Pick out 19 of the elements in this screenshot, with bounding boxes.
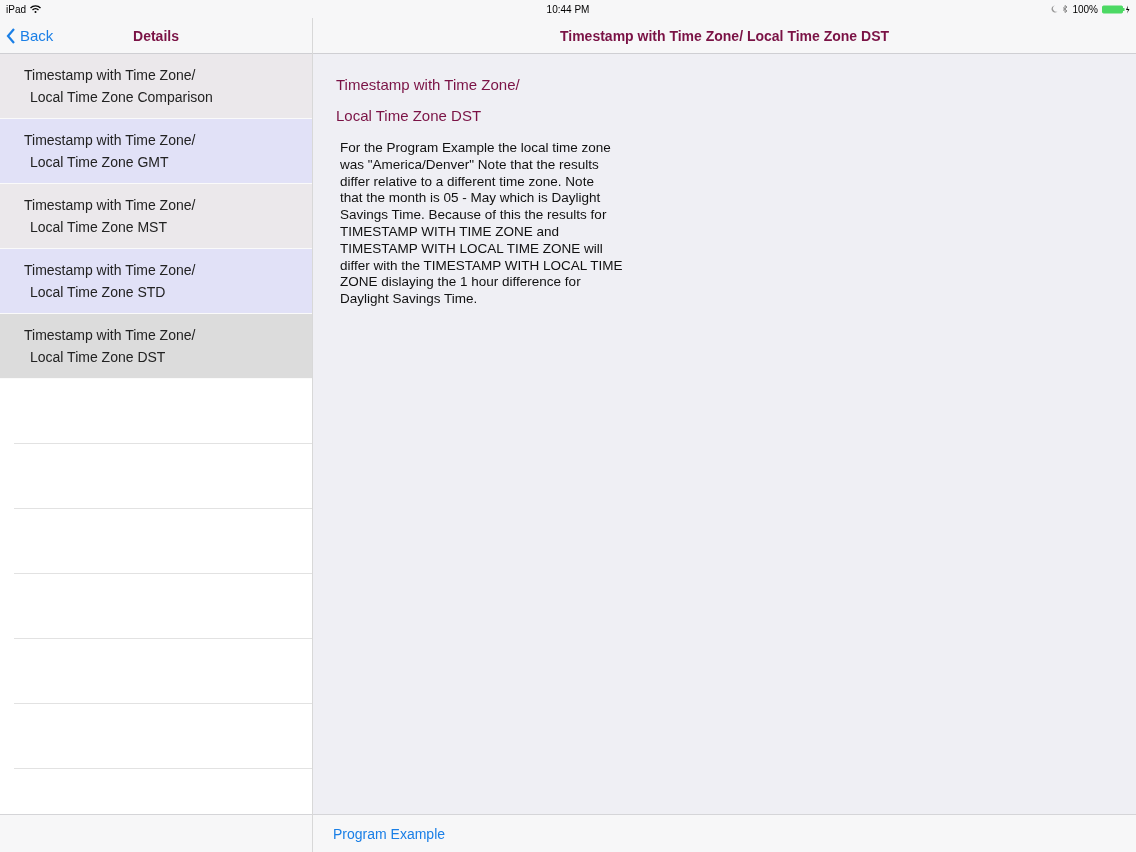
- list-item[interactable]: Timestamp with Time Zone/ Local Time Zone Comparison: [0, 54, 312, 119]
- description-text: For the Program Example the local time zone was "America/Denver" Note that the results differ relative to a different time zone. Note that the month is 05 - May which is Daylight Savings Time. Because of this the results for TIMESTAMP WITH TIME ZONE and TIMESTAMP WITH LOCAL TIME ZONE will differ with the TIMESTAMP WITH LOCAL TIME ZONE dislaying the 1 hour difference for Daylight Savings Time.: [339, 140, 624, 308]
- detail-heading: Local Time Zone DST: [336, 107, 483, 124]
- bluetooth-icon: [1062, 4, 1069, 14]
- wifi-icon: [30, 5, 41, 13]
- list-item[interactable]: Timestamp with Time Zone/ Local Time Zone DST: [0, 314, 312, 379]
- battery-charging-icon: [1102, 4, 1130, 14]
- device-name: iPad: [6, 3, 26, 15]
- nav-title: Details: [133, 27, 179, 44]
- detail-heading: Timestamp with Time Zone/: [336, 76, 521, 93]
- battery-percent: 100%: [1072, 3, 1098, 15]
- program-example-link[interactable]: Program Example: [333, 825, 446, 842]
- chevron-left-icon: [6, 27, 16, 44]
- detail-title: Timestamp with Time Zone/ Local Time Zone DST: [559, 27, 890, 44]
- list-item[interactable]: Timestamp with Time Zone/ Local Time Zone GMT: [0, 119, 312, 184]
- status-time: 10:44 PM: [546, 3, 590, 15]
- list-item[interactable]: Timestamp with Time Zone/ Local Time Zone MST: [0, 184, 312, 249]
- back-button[interactable]: Back: [0, 27, 60, 44]
- list-item[interactable]: Timestamp with Time Zone/ Local Time Zone STD: [0, 249, 312, 314]
